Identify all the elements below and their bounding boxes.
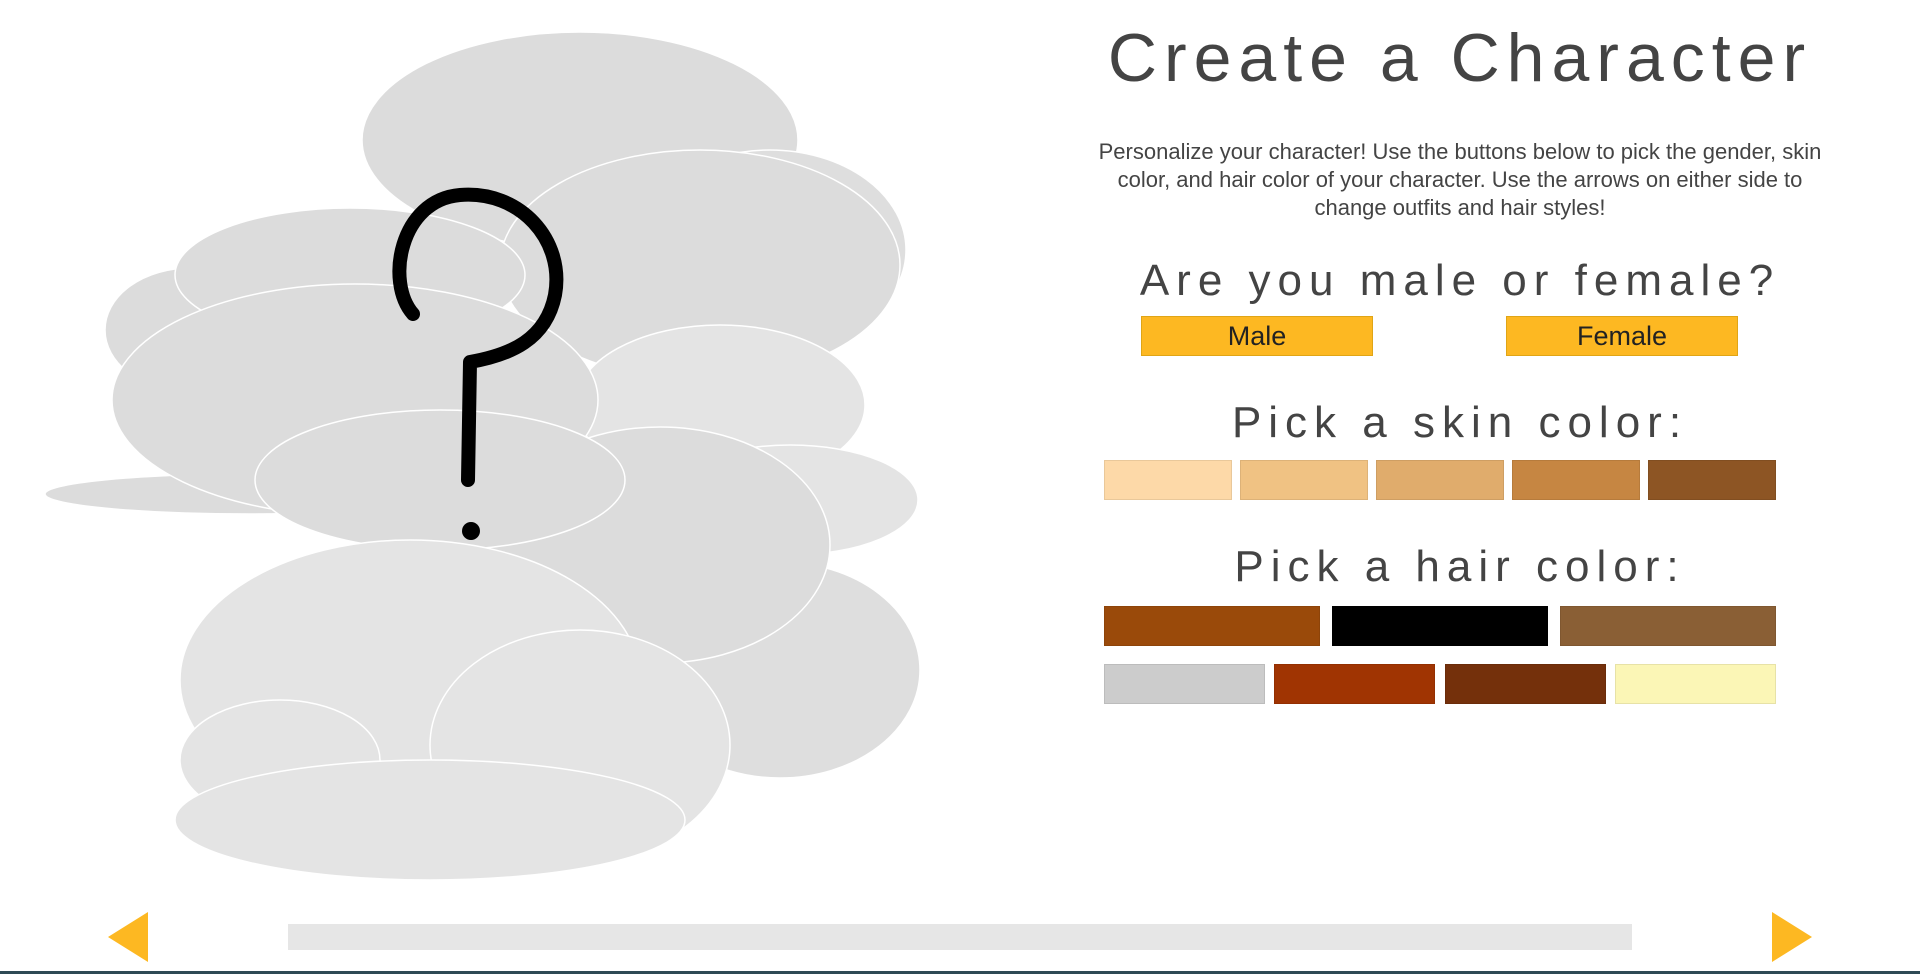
hair-color-swatch[interactable] [1104, 606, 1320, 646]
cloud-shape [254, 409, 626, 551]
page-title: Create a Character [1107, 20, 1813, 96]
instructions-text: Personalize your character! Use the butt… [1098, 139, 1822, 220]
female-button[interactable]: Female [1506, 316, 1738, 356]
customization-panel: Create a Character Personalize your char… [1050, 0, 1870, 704]
skin-color-heading: Pick a skin color: [1231, 398, 1689, 447]
gender-button-row: Male Female [1050, 316, 1870, 356]
skin-color-swatch[interactable] [1648, 460, 1776, 500]
hair-color-swatch[interactable] [1444, 664, 1606, 704]
character-preview [0, 0, 940, 900]
skin-color-swatch[interactable] [1240, 460, 1368, 500]
skin-color-swatch[interactable] [1104, 460, 1232, 500]
skin-color-swatch[interactable] [1512, 460, 1640, 500]
skin-color-swatches [1104, 460, 1776, 500]
hair-color-swatch[interactable] [1104, 664, 1265, 704]
gender-heading: Are you male or female? [1139, 256, 1781, 305]
character-creator-page: Create a Character Personalize your char… [0, 0, 1920, 974]
triangle-left-icon[interactable] [108, 912, 148, 962]
hair-color-swatch[interactable] [1274, 664, 1436, 704]
hair-color-swatch[interactable] [1560, 606, 1776, 646]
cloud-shape [174, 759, 686, 881]
preview-cloud-illustration [44, 31, 921, 881]
hair-color-swatches-row-1 [1104, 606, 1776, 646]
triangle-right-icon[interactable] [1772, 912, 1812, 962]
hair-color-swatch[interactable] [1332, 606, 1548, 646]
male-button[interactable]: Male [1141, 316, 1373, 356]
hair-color-heading: Pick a hair color: [1234, 542, 1686, 591]
hair-color-swatches-row-2 [1104, 664, 1776, 704]
skin-color-swatch[interactable] [1376, 460, 1504, 500]
hair-color-swatch[interactable] [1614, 664, 1776, 704]
progress-bar [288, 924, 1632, 950]
